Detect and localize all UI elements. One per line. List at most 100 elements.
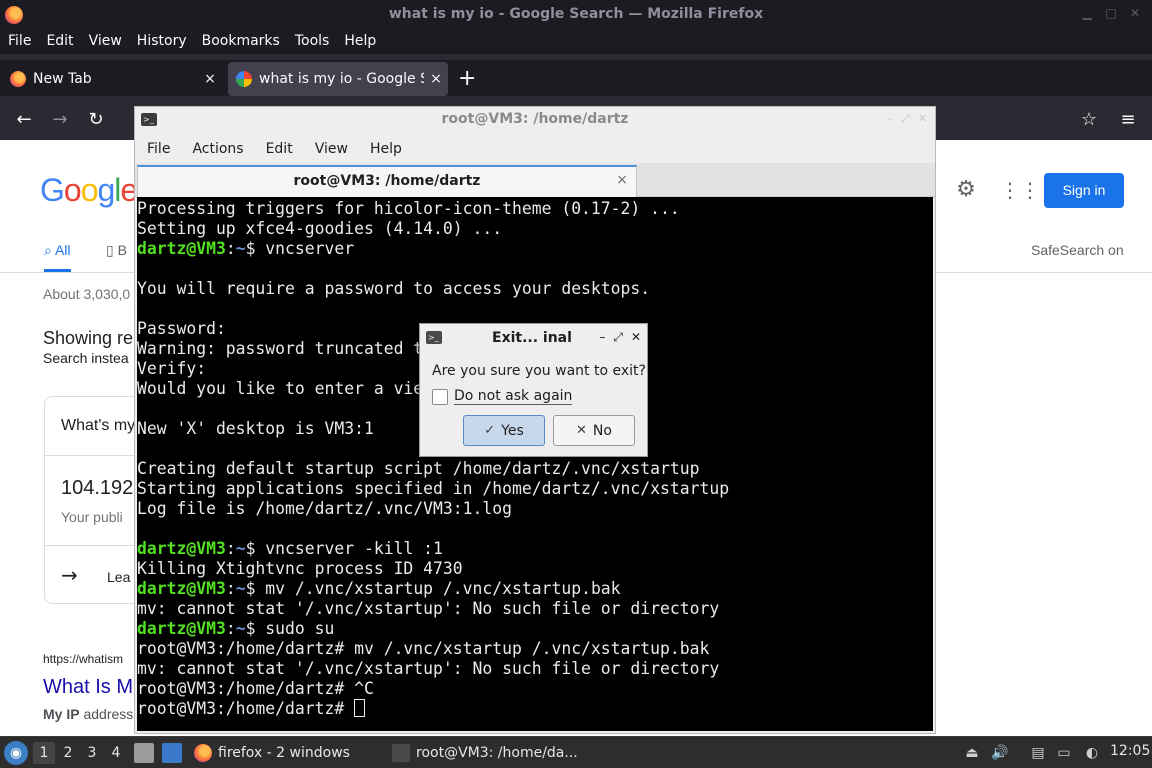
task-label: firefox - 2 windows	[218, 745, 350, 761]
do-not-ask-checkbox[interactable]	[432, 388, 448, 405]
tab-label: New Tab	[33, 71, 92, 87]
dialog-window-controls: – ⤢ ✕	[599, 330, 641, 345]
no-button[interactable]: ✕ No	[553, 415, 635, 446]
result-title-link[interactable]: What Is M	[43, 676, 133, 699]
tab-google-search[interactable]: what is my io - Google Search ×	[228, 62, 448, 96]
menu-edit[interactable]: Edit	[46, 30, 73, 54]
firefox-menubar: File Edit View History Bookmarks Tools H…	[0, 30, 1152, 54]
dialog-titlebar[interactable]: >_ Exit... inal – ⤢ ✕	[420, 324, 647, 352]
back-arrow-icon[interactable]: ←	[12, 108, 36, 132]
tab-new-tab[interactable]: New Tab ×	[0, 62, 222, 96]
sign-in-button[interactable]: Sign in	[1044, 173, 1124, 208]
clipboard-icon[interactable]: ▤	[1028, 743, 1048, 763]
menu-bookmarks[interactable]: Bookmarks	[202, 30, 280, 54]
close-icon[interactable]: ✕	[918, 112, 927, 126]
close-icon[interactable]: ✕	[1128, 6, 1142, 20]
menu-history[interactable]: History	[137, 30, 187, 54]
prompt-user: dartz@VM3	[137, 539, 226, 558]
ip-address-value: 104.192	[61, 477, 134, 499]
minimize-icon[interactable]: –	[599, 330, 605, 345]
menu-file[interactable]: File	[8, 30, 31, 54]
learn-more-link[interactable]: Lea	[107, 569, 130, 585]
settings-gear-icon[interactable]: ⚙	[954, 178, 978, 202]
terminal-line: Creating default startup script /home/da…	[137, 459, 700, 478]
firefox-icon	[194, 744, 212, 762]
prompt-separator: :	[225, 579, 236, 598]
tab-label: what is my io - Google Search	[259, 71, 424, 87]
forward-arrow-icon[interactable]: →	[48, 108, 72, 132]
maximize-icon[interactable]: ⤢	[901, 112, 910, 126]
file-manager-icon[interactable]	[134, 743, 154, 763]
window-title: what is my io - Google Search — Mozilla …	[388, 6, 764, 22]
maximize-icon[interactable]: ⤢	[613, 330, 623, 345]
card-question: What's my	[61, 417, 136, 434]
bookmark-star-icon[interactable]: ☆	[1077, 108, 1101, 132]
no-label: No	[592, 422, 612, 439]
prompt-path: ~	[235, 239, 246, 258]
new-tab-button[interactable]: +	[458, 66, 476, 91]
search-instead-link[interactable]: Search instea	[43, 350, 129, 366]
terminal-icon	[392, 744, 410, 762]
yes-label: Yes	[501, 422, 524, 439]
terminal-screen[interactable]: Processing triggers for hicolor-icon-the…	[137, 197, 933, 731]
notification-icon[interactable]: ◐	[1082, 743, 1102, 763]
menu-view[interactable]: View	[315, 135, 348, 163]
volume-icon[interactable]: 🔊	[990, 743, 1010, 763]
terminal-tab[interactable]: root@VM3: /home/dartz ×	[137, 165, 637, 197]
workspace-3[interactable]: 3	[81, 742, 103, 764]
do-not-ask-label[interactable]: Do not ask again	[454, 388, 573, 405]
exit-terminal-dialog: >_ Exit... inal – ⤢ ✕ Are you sure you w…	[419, 323, 648, 457]
google-logo[interactable]: Google	[40, 172, 138, 209]
minimize-icon[interactable]: ▁	[1080, 6, 1094, 20]
menu-tools[interactable]: Tools	[295, 30, 330, 54]
terminal-output: Processing triggers for hicolor-icon-the…	[137, 199, 729, 719]
tray-upload-icon[interactable]: ⏏	[962, 743, 982, 763]
workspace-2[interactable]: 2	[57, 742, 79, 764]
terminal-titlebar[interactable]: >_ root@VM3: /home/dartz – ⤢ ✕	[135, 107, 935, 133]
tab-all[interactable]: ⌕ All	[44, 242, 71, 272]
apps-grid-icon[interactable]: ⋮⋮	[1000, 178, 1040, 202]
start-menu-icon[interactable]: ◉	[4, 741, 28, 765]
terminal-line: Log file is /home/dartz/.vnc/VM3:1.log	[137, 499, 512, 518]
prompt-command: $ sudo su	[245, 619, 335, 638]
network-icon[interactable]: ▭	[1054, 743, 1074, 763]
safesearch-toggle[interactable]: SafeSearch on	[1031, 242, 1124, 258]
terminal-line: mv: cannot stat '/.vnc/xstartup': No suc…	[137, 599, 720, 618]
minimize-icon[interactable]: –	[887, 112, 893, 126]
prompt-command: root@VM3:/home/dartz#	[137, 699, 355, 718]
terminal-line: root@VM3:/home/dartz#	[137, 699, 729, 719]
tab-close-icon[interactable]: ×	[198, 71, 222, 87]
tab-books[interactable]: ▯ B	[106, 242, 127, 259]
menu-view[interactable]: View	[89, 30, 122, 54]
do-not-ask-row[interactable]: Do not ask again	[432, 388, 573, 405]
menu-help[interactable]: Help	[344, 30, 376, 54]
task-terminal[interactable]: root@VM3: /home/da...	[392, 740, 592, 766]
result-snippet: My IP address	[43, 706, 134, 722]
prompt-command: $ vncserver -kill :1	[245, 539, 443, 558]
result-url[interactable]: https://whatism	[43, 652, 123, 666]
arrow-right-icon[interactable]: →	[61, 563, 78, 587]
maximize-icon[interactable]: □	[1104, 6, 1118, 20]
desktop-icon[interactable]	[162, 743, 182, 763]
clock[interactable]: 12:05	[1110, 743, 1150, 759]
menu-edit[interactable]: Edit	[266, 135, 293, 163]
menu-actions[interactable]: Actions	[192, 135, 243, 163]
menu-file[interactable]: File	[147, 135, 170, 163]
hamburger-menu-icon[interactable]: ≡	[1116, 108, 1140, 132]
workspace-4[interactable]: 4	[105, 742, 127, 764]
search-icon: ⌕	[44, 242, 55, 258]
yes-button[interactable]: ✓ Yes	[463, 415, 545, 446]
google-favicon-icon	[236, 71, 252, 87]
close-icon[interactable]: ✕	[631, 330, 641, 345]
menu-help[interactable]: Help	[370, 135, 402, 163]
workspace-1[interactable]: 1	[33, 742, 55, 764]
reload-icon[interactable]: ↻	[84, 108, 108, 132]
tab-close-icon[interactable]: ×	[424, 71, 448, 87]
task-firefox[interactable]: firefox - 2 windows	[194, 740, 384, 766]
terminal-title: root@VM3: /home/dartz	[441, 111, 629, 127]
tab-close-icon[interactable]: ×	[616, 172, 628, 188]
book-icon: ▯	[106, 242, 118, 258]
